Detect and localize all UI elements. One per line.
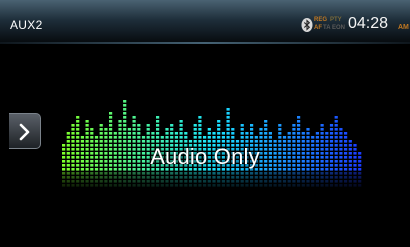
- audio-only-message: Audio Only: [150, 144, 260, 169]
- equalizer-visualizer: [62, 100, 362, 187]
- aux-source-screen: AUX2 REG PTY AF TA EON 04:28 AM Audio On…: [0, 0, 410, 247]
- chevron-right-icon: [19, 123, 30, 141]
